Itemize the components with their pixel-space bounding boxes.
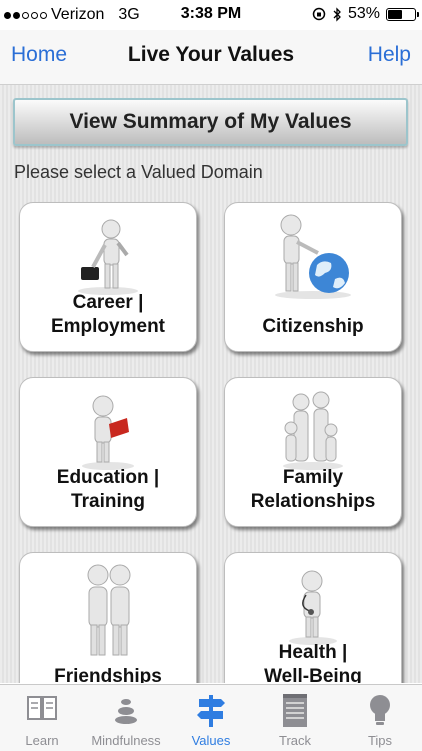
tab-learn[interactable]: Learn <box>0 685 84 751</box>
stones-icon <box>84 693 168 727</box>
tab-tips[interactable]: Tips <box>338 685 422 751</box>
notepad-icon <box>253 693 337 727</box>
lightbulb-icon <box>338 693 422 727</box>
page-title: Live Your Values <box>127 43 295 66</box>
tab-label: Mindfulness <box>91 733 161 748</box>
tab-mindfulness[interactable]: Mindfulness <box>84 685 168 751</box>
view-summary-button[interactable]: View Summary of My Values <box>13 98 408 146</box>
domain-label: Career | Employment <box>50 292 166 337</box>
domain-prompt: Please select a Valued Domain <box>14 162 263 182</box>
tab-values[interactable]: Values <box>169 685 253 751</box>
signpost-icon <box>169 693 253 727</box>
rotation-lock-icon <box>312 7 326 21</box>
tab-label: Tips <box>367 733 393 748</box>
tab-label: Track <box>278 733 312 748</box>
battery-icon <box>386 7 419 21</box>
tab-bar: Learn Mindfulness Values Track Tips <box>0 684 422 751</box>
domain-card-friendships[interactable]: Friendships <box>19 552 197 683</box>
domain-card-citizenship[interactable]: Citizenship <box>224 202 402 352</box>
status-bar: Verizon 3G 3:38 PM 53% <box>0 0 422 30</box>
two-friends-icon <box>20 559 196 656</box>
domain-card-education[interactable]: Education | Training <box>19 377 197 527</box>
book-icon <box>0 693 84 727</box>
domain-label: Citizenship <box>262 316 364 337</box>
domain-label: Family Relationships <box>250 467 376 512</box>
domain-label: Friendships <box>54 666 162 683</box>
tab-label: Learn <box>25 733 59 748</box>
figure-with-globe-icon <box>225 209 401 299</box>
content-area[interactable]: View Summary of My Values Please select … <box>0 85 422 683</box>
bluetooth-icon <box>333 6 341 22</box>
family-group-icon <box>225 384 401 472</box>
figure-reading-book-icon <box>20 384 196 472</box>
tab-label: Values <box>191 733 231 748</box>
status-right: 53% <box>312 5 419 23</box>
businessman-briefcase-icon <box>20 209 196 297</box>
navigation-bar: Home Live Your Values Help <box>0 30 422 85</box>
battery-percent: 53% <box>347 5 380 22</box>
figure-with-stethoscope-icon <box>225 559 401 647</box>
domain-card-health[interactable]: Health | Well-Being <box>224 552 402 683</box>
domain-card-career[interactable]: Career | Employment <box>19 202 197 352</box>
domain-label: Education | Training <box>56 467 160 512</box>
help-button[interactable]: Help <box>368 43 411 67</box>
tab-track[interactable]: Track <box>253 685 337 751</box>
domain-card-family[interactable]: Family Relationships <box>224 377 402 527</box>
domain-label: Health | Well-Being <box>264 642 362 683</box>
